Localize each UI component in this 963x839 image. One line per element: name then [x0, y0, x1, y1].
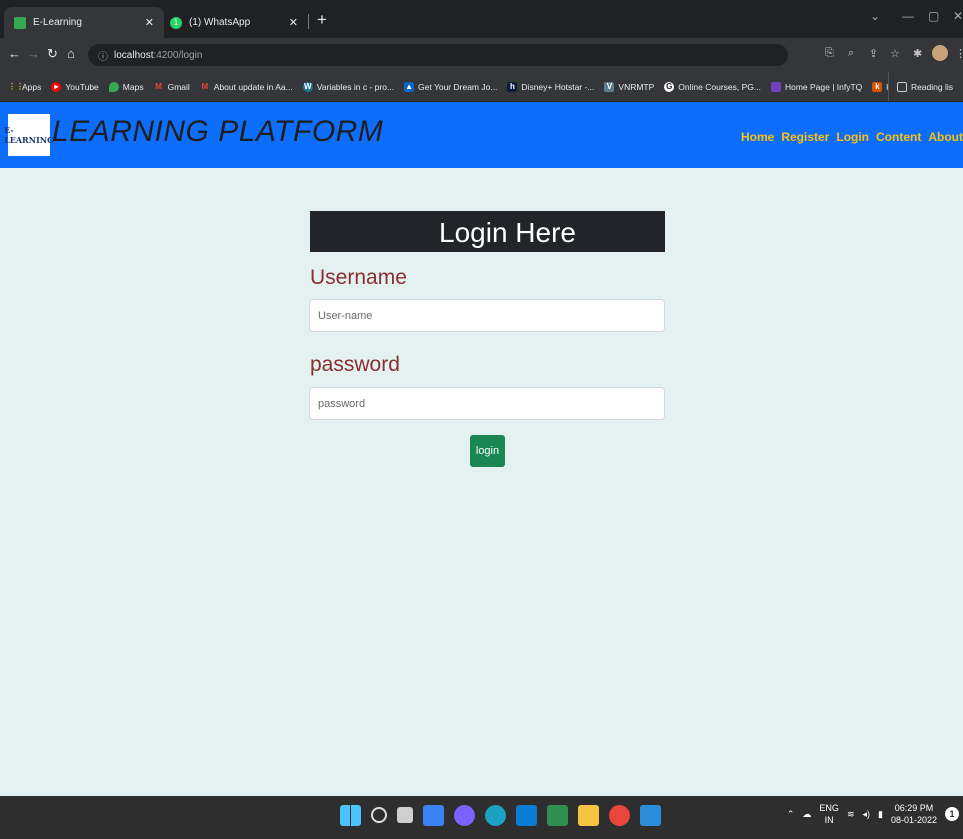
task-view-icon[interactable] [397, 807, 413, 823]
password-input[interactable] [309, 387, 665, 420]
gmail-icon: M [201, 81, 209, 91]
username-input[interactable] [309, 299, 665, 332]
url-host: localhost [114, 49, 154, 61]
courses-icon: G [664, 81, 675, 92]
app-navbar: E-LEARNING LEARNING PLATFORM Home Regist… [0, 102, 963, 168]
notification-badge[interactable]: 1 [945, 807, 959, 821]
login-button[interactable]: login [470, 435, 505, 467]
tab-title: (1) WhatsApp [189, 17, 251, 28]
volume-icon[interactable]: ◂) [862, 809, 870, 820]
show-hidden-icons-icon[interactable]: ⌃ [787, 809, 795, 820]
bookmark-about-update[interactable]: M About update in Aa... [200, 81, 292, 92]
address-bar[interactable]: ⓘ localhost:4200/login [88, 44, 788, 66]
file-explorer-icon[interactable] [578, 805, 599, 826]
vnr-icon: V [604, 81, 615, 92]
bookmark-vnrmtp[interactable]: V VNRMTP [604, 81, 654, 92]
translate-icon[interactable]: ⎘ [825, 47, 834, 60]
bookmark-variables[interactable]: W Variables in c - pro... [302, 81, 394, 92]
edge-icon[interactable] [485, 805, 506, 826]
reload-icon[interactable]: ↻ [47, 46, 58, 62]
bookmarks-bar: ⋮⋮ Apps ▸ YouTube Maps M Gmail M About updat… [0, 72, 963, 102]
menu-icon[interactable]: ⋮ [955, 47, 963, 60]
search-icon[interactable] [371, 807, 387, 823]
kashipara-icon: k [872, 81, 883, 92]
nav-home-link[interactable]: Home [741, 130, 774, 144]
tab-title: E-Learning [33, 17, 82, 28]
reading-list-icon [896, 82, 907, 92]
bookmark-maps[interactable]: Maps [108, 81, 144, 92]
hotstar-icon: h [507, 81, 518, 92]
bookmark-apps[interactable]: ⋮⋮ Apps [8, 82, 41, 92]
bookmark-youtube[interactable]: ▸ YouTube [51, 81, 99, 92]
vscode-icon[interactable] [640, 805, 661, 826]
clock[interactable]: 06:29 PM 08-01-2022 [891, 802, 937, 826]
tab-e-learning[interactable]: E-Learning ✕ [4, 7, 164, 38]
infytq-icon [770, 81, 781, 92]
bookmark-infytq[interactable]: Home Page | InfyTQ [770, 81, 862, 92]
wifi-icon[interactable]: ≋ [847, 809, 855, 820]
job-icon: ▲ [404, 81, 415, 92]
zoom-icon[interactable]: ⌕ [848, 47, 854, 60]
tab-whatsapp[interactable]: 1 (1) WhatsApp ✕ [160, 7, 308, 38]
reading-list-button[interactable]: Reading lis [887, 72, 953, 101]
forward-icon[interactable]: → [27, 46, 40, 61]
apps-grid-icon: ⋮⋮ [8, 81, 24, 91]
widgets-icon[interactable] [423, 805, 444, 826]
notepad-icon[interactable] [547, 805, 568, 826]
extensions-icon[interactable]: ✱ [913, 47, 922, 60]
username-label: Username [310, 266, 407, 289]
bookmark-gmail[interactable]: M Gmail [154, 82, 190, 92]
bookmark-online-courses[interactable]: G Online Courses, PG... [664, 81, 761, 92]
bookmark-dream-job[interactable]: ▲ Get Your Dream Jo... [404, 81, 497, 92]
home-icon[interactable]: ⌂ [67, 46, 75, 61]
nav-login-link[interactable]: Login [836, 130, 869, 144]
e-learning-favicon-icon [14, 16, 26, 29]
e-learning-logo[interactable]: E-LEARNING [4, 114, 54, 156]
wordpress-icon: W [302, 81, 313, 92]
taskbar-apps [340, 805, 661, 826]
close-window-button[interactable]: ✕ [953, 9, 963, 23]
brand-title[interactable]: LEARNING PLATFORM [52, 115, 383, 149]
browser-toolbar: ← → ↻ ⌂ ⓘ localhost:4200/login ⎘ ⌕ ⇪ ☆ ✱… [0, 38, 963, 72]
profile-avatar[interactable] [932, 45, 948, 61]
onedrive-icon[interactable]: ☁ [802, 809, 811, 820]
nav-register-link[interactable]: Register [781, 130, 829, 144]
close-tab-icon[interactable]: ✕ [289, 16, 298, 29]
back-icon[interactable]: ← [8, 46, 21, 61]
windows-start-icon[interactable] [340, 805, 361, 826]
windows-taskbar: ⌃ ☁ ENG IN ≋ ◂) ▮ 06:29 PM 08-01-2022 1 [0, 796, 963, 839]
chat-icon[interactable] [454, 805, 475, 826]
login-heading: Login Here [310, 211, 665, 252]
url-path: :4200/login [153, 49, 203, 61]
chrome-icon[interactable] [609, 805, 630, 826]
browser-tab-strip: E-Learning ✕ 1 (1) WhatsApp ✕ + ⌄ — ▢ ✕ [0, 0, 963, 38]
nav-links: Home Register Login Content About [741, 130, 963, 144]
system-tray: ⌃ ☁ ENG IN ≋ ◂) ▮ 06:29 PM 08-01-2022 1 [787, 802, 959, 826]
maps-icon [108, 81, 119, 92]
minimize-button[interactable]: — [902, 9, 914, 23]
maximize-button[interactable]: ▢ [928, 9, 939, 23]
nav-about-link[interactable]: About [928, 130, 963, 144]
bookmark-star-icon[interactable]: ☆ [890, 47, 900, 60]
youtube-icon: ▸ [51, 81, 62, 92]
nav-content-link[interactable]: Content [876, 130, 921, 144]
battery-icon[interactable]: ▮ [878, 809, 883, 820]
new-tab-button[interactable]: + [317, 10, 327, 30]
gmail-icon: M [155, 81, 162, 91]
password-label: password [310, 353, 400, 376]
close-tab-icon[interactable]: ✕ [145, 16, 154, 29]
tab-separator [308, 14, 309, 29]
share-icon[interactable]: ⇪ [869, 47, 878, 60]
language-indicator[interactable]: ENG IN [819, 802, 839, 826]
bookmark-hotstar[interactable]: h Disney+ Hotstar -... [507, 81, 594, 92]
site-info-icon[interactable]: ⓘ [98, 48, 108, 63]
whatsapp-favicon-icon: 1 [170, 16, 182, 29]
tab-search-icon[interactable]: ⌄ [870, 9, 880, 23]
store-icon[interactable] [516, 805, 537, 826]
